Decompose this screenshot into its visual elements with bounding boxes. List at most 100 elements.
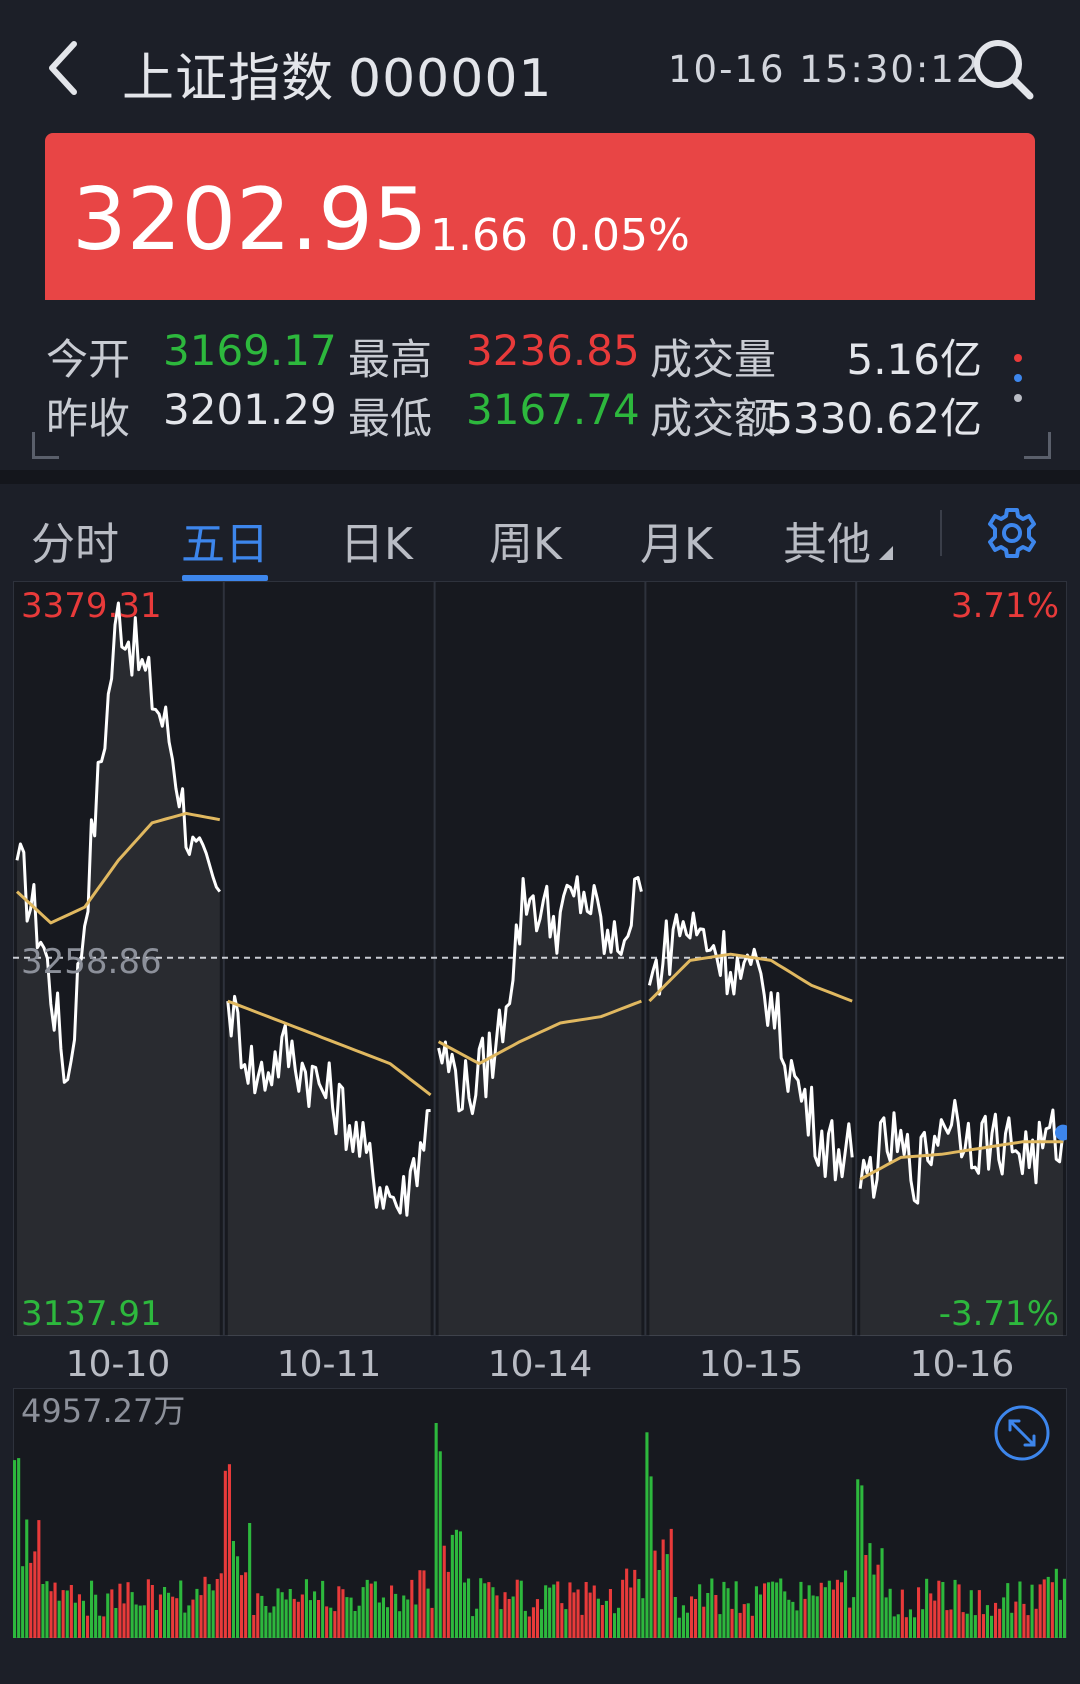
volume-bar <box>296 1601 300 1638</box>
volume-bar <box>1042 1579 1046 1638</box>
volume-bar <box>114 1608 118 1638</box>
volume-bar <box>430 1607 434 1638</box>
volume-bar <box>450 1534 454 1638</box>
volume-bar <box>807 1585 811 1638</box>
volume-bar <box>57 1600 61 1638</box>
volume-bar <box>41 1584 45 1638</box>
volume-bar <box>410 1579 414 1638</box>
volume-bar <box>596 1598 600 1638</box>
x-tick-label: 10-10 <box>65 1344 171 1385</box>
volume-bar <box>617 1607 621 1638</box>
volume-bar <box>625 1568 629 1638</box>
volume-bar <box>499 1609 503 1638</box>
tab-monthly-k[interactable]: 月K <box>640 508 713 572</box>
volume-bar <box>706 1593 710 1638</box>
volume-bar <box>203 1576 207 1638</box>
volume-bar <box>629 1587 633 1638</box>
volume-bar <box>548 1587 552 1638</box>
y-max-label: 3379.31 <box>21 586 162 626</box>
volume-bar <box>653 1550 657 1638</box>
volume-bar <box>1050 1582 1054 1638</box>
tab-weekly-k[interactable]: 周K <box>489 508 562 572</box>
volume-bar <box>665 1554 669 1638</box>
volume-bar <box>572 1592 576 1638</box>
volume-bar <box>329 1607 333 1638</box>
volume-bar <box>1002 1597 1006 1638</box>
volume-bar <box>495 1595 499 1638</box>
volume-bar <box>925 1578 929 1638</box>
volume-bar <box>580 1614 584 1638</box>
volume-bar <box>491 1587 495 1638</box>
x-tick-label: 10-14 <box>487 1344 593 1385</box>
amount-label: 成交额 <box>650 394 777 443</box>
volume-bar <box>803 1598 807 1638</box>
volume-bar <box>195 1588 199 1638</box>
last-price: 3202.95 <box>72 170 428 270</box>
volume-bar <box>33 1551 37 1638</box>
volume-bar <box>787 1599 791 1638</box>
volume-bar <box>21 1566 25 1638</box>
volume-bar <box>921 1609 925 1638</box>
volume-bar <box>827 1580 831 1638</box>
price-chart[interactable]: 3379.31 3.71% 3258.86 3137.91 -3.71% <box>13 581 1067 1336</box>
volume-bar <box>965 1613 969 1638</box>
volume-bar <box>876 1564 880 1638</box>
index-name: 上证指数 <box>122 49 335 109</box>
volume-bar <box>633 1569 637 1638</box>
volume-bar <box>207 1584 211 1638</box>
tab-other[interactable]: 其他 <box>783 508 893 572</box>
volume-bar <box>467 1578 471 1638</box>
back-arrow-icon[interactable] <box>40 38 90 98</box>
tab-intraday[interactable]: 分时 <box>31 508 119 572</box>
volume-chart[interactable]: 4957.27万 <box>13 1388 1067 1638</box>
search-icon[interactable] <box>970 36 1036 102</box>
volume-bar <box>856 1479 860 1638</box>
volume-bar <box>110 1589 114 1638</box>
timestamp: 10-16 15:30:12 <box>668 48 982 91</box>
volume-bar <box>357 1605 361 1638</box>
volume-bar <box>649 1476 653 1638</box>
dot-icon <box>1014 354 1022 362</box>
volume-bar <box>219 1573 223 1638</box>
volume-bar <box>531 1607 535 1638</box>
volume-bar <box>519 1580 523 1638</box>
dot-icon <box>1014 394 1022 402</box>
expand-icon[interactable] <box>993 1404 1051 1462</box>
volume-bar <box>754 1586 758 1638</box>
volume-bar <box>535 1599 539 1638</box>
gear-icon[interactable] <box>985 506 1039 560</box>
volume-bar <box>304 1579 308 1638</box>
x-tick-label: 10-11 <box>276 1344 382 1385</box>
volume-bar <box>146 1579 150 1638</box>
volume-bar <box>868 1543 872 1638</box>
volume-bar <box>811 1595 815 1638</box>
tab-five-day[interactable]: 五日 <box>181 508 269 572</box>
volume-bar <box>53 1582 57 1638</box>
prev-close-value: 3201.29 <box>163 385 337 434</box>
volume-bar <box>515 1579 519 1638</box>
volume-bar <box>645 1432 649 1638</box>
page-title: 上证指数 000001 <box>122 36 553 111</box>
high-label: 最高 <box>348 335 433 384</box>
volume-bar <box>738 1612 742 1638</box>
volume-bar <box>973 1615 977 1638</box>
volume-bar <box>641 1598 645 1638</box>
volume-bar <box>799 1581 803 1638</box>
volume-bar <box>252 1615 256 1638</box>
dropdown-triangle-icon <box>879 546 893 560</box>
volume-bar <box>199 1595 203 1638</box>
volume-bar <box>588 1592 592 1638</box>
volume-bar <box>637 1579 641 1638</box>
volume-bar <box>917 1587 921 1638</box>
volume-bar <box>284 1599 288 1638</box>
volume-bar <box>227 1464 231 1638</box>
volume-bar <box>325 1606 329 1638</box>
more-stats-toggle[interactable] <box>1008 350 1028 410</box>
tab-daily-k[interactable]: 日K <box>340 508 413 572</box>
volume-bar <box>758 1594 762 1638</box>
volume-bar <box>835 1579 839 1638</box>
volume-bar <box>657 1570 661 1638</box>
volume-bar <box>29 1562 33 1638</box>
volume-bar <box>767 1582 771 1638</box>
volume-bar <box>734 1581 738 1638</box>
